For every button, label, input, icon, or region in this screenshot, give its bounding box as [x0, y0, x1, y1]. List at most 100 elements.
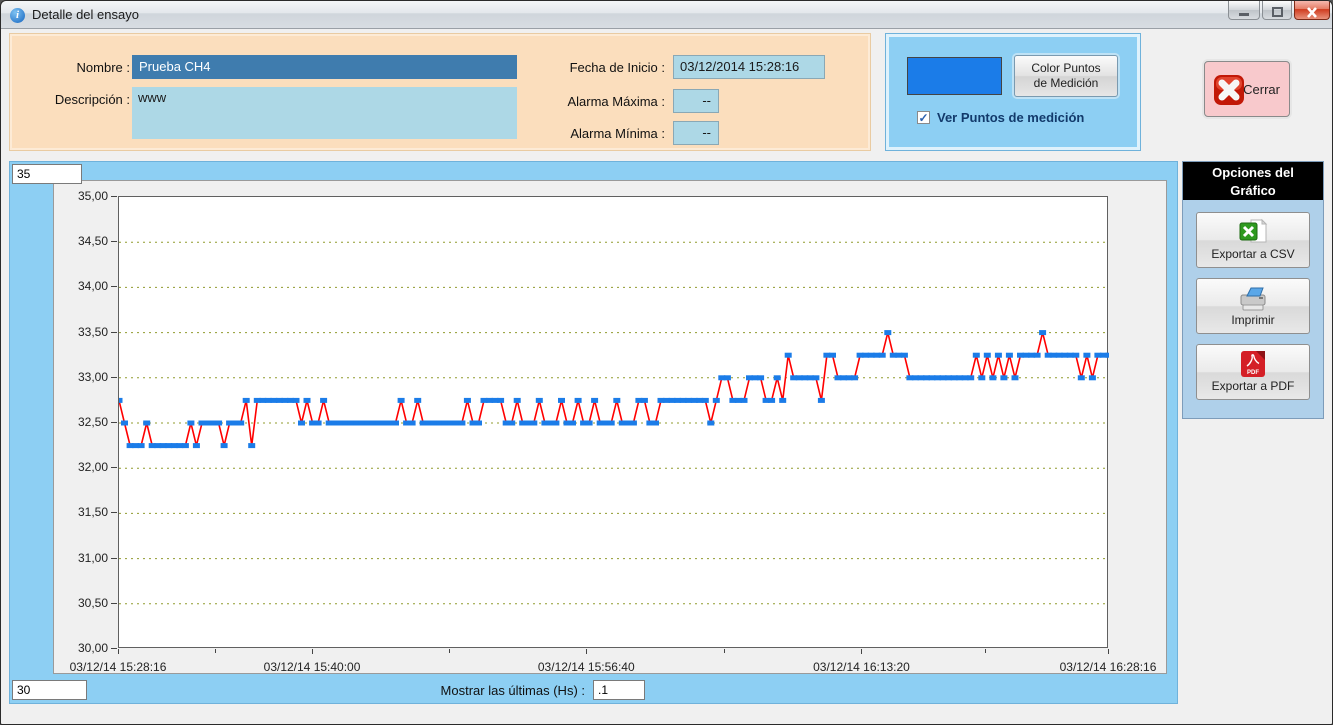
- cerrar-button[interactable]: Cerrar: [1204, 61, 1290, 117]
- data-point-marker: [243, 398, 250, 403]
- printer-icon: [1237, 284, 1269, 312]
- data-point-marker: [741, 398, 748, 403]
- data-point-marker: [237, 421, 244, 426]
- data-point-marker: [1000, 375, 1007, 380]
- nombre-label: Nombre :: [30, 60, 130, 75]
- info-icon: i: [10, 8, 25, 23]
- data-point-marker: [1089, 375, 1096, 380]
- mostrar-ultimas-label: Mostrar las últimas (Hs) :: [290, 683, 585, 698]
- ymax-input[interactable]: [12, 164, 82, 184]
- data-point-marker: [901, 353, 908, 358]
- data-point-marker: [193, 443, 200, 448]
- nombre-field[interactable]: Prueba CH4: [132, 55, 517, 79]
- y-axis-tick: [111, 648, 117, 649]
- data-point-marker: [187, 421, 194, 426]
- data-point-marker: [989, 375, 996, 380]
- data-point-marker: [558, 398, 565, 403]
- color-puntos-button[interactable]: Color Puntos de Medición: [1014, 55, 1118, 97]
- y-axis-label: 34,00: [56, 279, 108, 293]
- data-point-marker: [182, 443, 189, 448]
- x-axis-minor-tick: [724, 649, 725, 653]
- y-axis-tick: [111, 377, 117, 378]
- y-axis-label: 34,50: [56, 234, 108, 248]
- chart-panel: 35,0034,5034,0033,5033,0032,5032,0031,50…: [9, 161, 1178, 704]
- data-point-marker: [757, 375, 764, 380]
- y-axis-label: 32,50: [56, 415, 108, 429]
- ymin-input[interactable]: [12, 680, 87, 700]
- data-point-marker: [464, 398, 471, 403]
- data-point-marker: [707, 421, 714, 426]
- hours-input[interactable]: [593, 680, 645, 700]
- close-window-button[interactable]: [1294, 1, 1330, 20]
- y-axis-tick: [111, 422, 117, 423]
- data-point-marker: [1034, 353, 1041, 358]
- x-axis-label: 03/12/14 15:40:00: [264, 660, 361, 674]
- imprimir-button[interactable]: Imprimir: [1196, 278, 1310, 334]
- pdf-icon: PDF: [1240, 350, 1266, 378]
- data-point-marker: [409, 421, 416, 426]
- data-point-marker: [978, 375, 985, 380]
- title-bar[interactable]: i Detalle del ensayo: [1, 1, 1332, 29]
- descripcion-field[interactable]: www: [132, 87, 517, 139]
- exportar-csv-button[interactable]: Exportar a CSV: [1196, 212, 1310, 268]
- dialog-window: i Detalle del ensayo Nombre : Prueba CH4…: [0, 0, 1333, 725]
- data-point-marker: [851, 375, 858, 380]
- descripcion-label: Descripción :: [30, 92, 130, 107]
- data-point-marker: [608, 421, 615, 426]
- data-point-marker: [1039, 330, 1046, 335]
- point-color-swatch: [907, 57, 1002, 95]
- data-point-marker: [475, 421, 482, 426]
- data-point-marker: [812, 375, 819, 380]
- data-point-marker: [248, 443, 255, 448]
- y-axis-label: 31,50: [56, 505, 108, 519]
- exportar-pdf-button[interactable]: PDF Exportar a PDF: [1196, 344, 1310, 400]
- y-axis-label: 30,00: [56, 641, 108, 655]
- y-axis-tick: [111, 467, 117, 468]
- data-point-marker: [724, 375, 731, 380]
- alarma-maxima-field: --: [673, 89, 719, 113]
- y-axis-tick: [111, 332, 117, 333]
- data-point-marker: [315, 421, 322, 426]
- line-chart: [119, 197, 1109, 649]
- minimize-icon: [1238, 7, 1250, 16]
- y-axis-label: 35,00: [56, 189, 108, 203]
- y-axis-tick: [111, 241, 117, 242]
- maximize-icon: [1272, 7, 1283, 17]
- data-point-marker: [591, 398, 598, 403]
- data-point-marker: [458, 421, 465, 426]
- y-axis-label: 33,50: [56, 325, 108, 339]
- data-point-marker: [702, 398, 709, 403]
- cerrar-label: Cerrar: [1243, 82, 1280, 97]
- chart-control: 35,0034,5034,0033,5033,0032,5032,0031,50…: [53, 180, 1167, 674]
- data-point-marker: [818, 398, 825, 403]
- options-panel-title: Opciones del Gráfico: [1183, 162, 1323, 200]
- data-point-marker: [1072, 353, 1079, 358]
- data-point-marker: [215, 421, 222, 426]
- data-point-marker: [1083, 353, 1090, 358]
- data-line: [119, 333, 1109, 446]
- data-point-marker: [508, 421, 515, 426]
- data-point-marker: [829, 353, 836, 358]
- data-point-marker: [973, 353, 980, 358]
- x-axis-tick: [586, 649, 587, 654]
- x-axis-tick: [861, 649, 862, 654]
- fecha-inicio-label: Fecha de Inicio :: [530, 60, 665, 75]
- y-axis-label: 31,00: [56, 551, 108, 565]
- x-axis-minor-tick: [985, 649, 986, 653]
- y-axis-label: 33,00: [56, 370, 108, 384]
- measure-points-panel: Color Puntos de Medición ✓ Ver Puntos de…: [885, 33, 1141, 151]
- data-point-marker: [779, 398, 786, 403]
- data-point-marker: [1106, 353, 1110, 358]
- y-axis-tick: [111, 286, 117, 287]
- y-axis-tick: [111, 603, 117, 604]
- data-point-marker: [1078, 375, 1085, 380]
- minimize-button[interactable]: [1228, 1, 1260, 20]
- data-point-marker: [575, 398, 582, 403]
- maximize-button[interactable]: [1262, 1, 1292, 20]
- data-point-marker: [785, 353, 792, 358]
- x-axis-label: 03/12/14 16:13:20: [813, 660, 910, 674]
- data-point-marker: [536, 398, 543, 403]
- data-point-marker: [293, 398, 300, 403]
- ver-puntos-checkbox[interactable]: ✓: [917, 111, 930, 124]
- y-axis-tick: [111, 512, 117, 513]
